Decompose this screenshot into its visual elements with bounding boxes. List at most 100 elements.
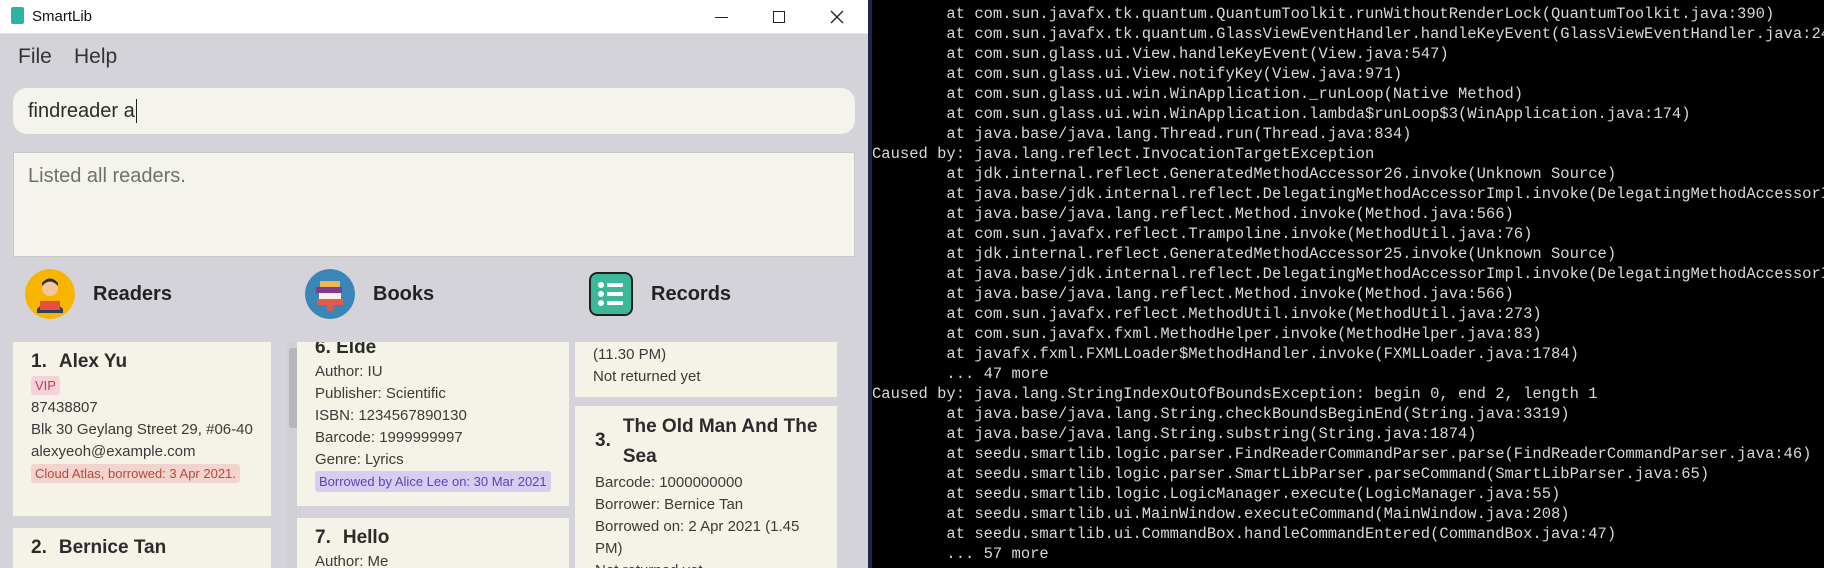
title-bar[interactable]: SmartLib: [0, 0, 868, 34]
record-card[interactable]: 3. The Old Man And The Sea Barcode: 1000…: [575, 406, 837, 568]
records-panel: Records (11.30 PM) Not returned yet 3. T…: [575, 266, 837, 568]
console-line: at com.sun.javafx.tk.quantum.QuantumTool…: [872, 5, 1775, 23]
book-title: Hello: [342, 527, 390, 548]
console-line: at java.base/java.lang.String.substring(…: [872, 425, 1477, 443]
reader-name-row: 2. Bernice Tan: [31, 534, 253, 561]
console-line: at java.base/java.lang.reflect.Method.in…: [872, 285, 1514, 303]
smartlib-window: SmartLib File Help findreader a Listed a…: [0, 0, 868, 568]
menu-help[interactable]: Help: [74, 45, 117, 69]
console-line: ... 47 more: [872, 365, 1049, 383]
reader-email: alexyeoh@example.com: [31, 443, 196, 460]
maximize-icon: [773, 11, 785, 23]
console-line: Caused by: java.lang.StringIndexOutOfBou…: [872, 385, 1598, 403]
book-author: Author: IU: [315, 363, 383, 380]
console-line: at java.base/jdk.internal.reflect.Delega…: [872, 265, 1824, 283]
console-line: Caused by: java.lang.reflect.InvocationT…: [872, 145, 1375, 163]
reader-phone: 87438807: [31, 399, 98, 416]
console-line: at seedu.smartlib.ui.CommandBox.handleCo…: [872, 525, 1617, 543]
readers-header: Readers: [25, 266, 172, 322]
console-window[interactable]: at com.sun.javafx.tk.quantum.QuantumTool…: [868, 0, 1824, 568]
record-status: Not returned yet: [595, 560, 819, 568]
console-line: at javafx.fxml.FXMLLoader$MethodHandler.…: [872, 345, 1579, 363]
books-header: Books: [305, 266, 434, 322]
book-genre: Genre: Lyrics: [315, 451, 404, 468]
menu-file[interactable]: File: [18, 45, 52, 69]
minimize-button[interactable]: [692, 0, 750, 34]
records-list[interactable]: (11.30 PM) Not returned yet 3. The Old M…: [575, 342, 837, 568]
record-barcode: Barcode: 1000000000: [595, 474, 743, 491]
reader-index: 1.: [31, 351, 47, 372]
console-line: at jdk.internal.reflect.GeneratedMethodA…: [872, 165, 1617, 183]
record-index: 3.: [595, 430, 611, 451]
console-line: at java.base/java.lang.String.checkBound…: [872, 405, 1570, 423]
record-borrower: Borrower: Bernice Tan: [595, 496, 744, 513]
book-borrowed-badge: Borrowed by Alice Lee on: 30 Mar 2021: [315, 471, 551, 492]
command-input-value: findreader a: [28, 99, 135, 122]
console-line: ... 57 more: [872, 545, 1049, 563]
close-icon: [830, 10, 844, 24]
reader-name: Bernice Tan: [58, 537, 167, 558]
reader-address: Blk 30 Geylang Street 29, #06-40: [31, 421, 253, 438]
book-index: 7.: [315, 527, 331, 548]
readers-title: Readers: [93, 282, 172, 305]
console-line: at java.base/java.lang.reflect.Method.in…: [872, 205, 1514, 223]
result-text: Listed all readers.: [28, 165, 186, 187]
reader-name: Alex Yu: [58, 351, 128, 372]
app-icon: [11, 7, 24, 24]
maximize-button[interactable]: [750, 0, 808, 34]
console-line: at com.sun.javafx.fxml.MethodHelper.invo…: [872, 325, 1542, 343]
books-icon: [305, 269, 355, 319]
records-header: Records: [589, 266, 731, 322]
reader-card[interactable]: 2. Bernice Tan: [13, 528, 271, 568]
console-line: at seedu.smartlib.logic.parser.FindReade…: [872, 445, 1812, 463]
record-borrowed-on: Borrowed on: 2 Apr 2021 (1.45 PM): [595, 518, 800, 557]
console-line: at seedu.smartlib.logic.LogicManager.exe…: [872, 485, 1561, 503]
reader-borrowed-badge: Cloud Atlas, borrowed: 3 Apr 2021.: [31, 464, 240, 483]
console-line: at java.base/jdk.internal.reflect.Delega…: [872, 185, 1824, 203]
menu-bar: File Help: [0, 34, 868, 78]
close-button[interactable]: [808, 0, 866, 34]
console-line: at jdk.internal.reflect.GeneratedMethodA…: [872, 245, 1617, 263]
books-list[interactable]: 6. Elde Author: IU Publisher: Scientific…: [297, 342, 569, 568]
records-icon: [589, 272, 633, 316]
command-input[interactable]: findreader a: [13, 88, 855, 134]
console-line: at com.sun.glass.ui.win.WinApplication._…: [872, 85, 1524, 103]
reader-index: 2.: [31, 537, 47, 558]
reader-card[interactable]: 1. Alex Yu VIP 87438807 Blk 30 Geylang St…: [13, 342, 271, 516]
minimize-icon: [714, 16, 728, 18]
record-title: The Old Man And The Sea: [622, 416, 818, 467]
console-line: at com.sun.javafx.reflect.MethodUtil.inv…: [872, 305, 1542, 323]
console-border: [868, 0, 872, 568]
books-title: Books: [373, 282, 435, 305]
console-line: at com.sun.javafx.reflect.Trampoline.inv…: [872, 225, 1533, 243]
reader-name-row: 1. Alex Yu: [31, 348, 253, 375]
book-card[interactable]: 7. Hello Author: Me: [297, 518, 569, 568]
books-panel: Books 6. Elde Author: IU Publisher: Scie…: [297, 266, 569, 568]
readers-list[interactable]: 1. Alex Yu VIP 87438807 Blk 30 Geylang St…: [13, 342, 271, 568]
console-line: at java.base/java.lang.Thread.run(Thread…: [872, 125, 1412, 143]
reader-tag: VIP: [31, 376, 60, 395]
record-borrow-time: (11.30 PM): [593, 346, 667, 363]
book-isbn: ISBN: 1234567890130: [315, 407, 467, 424]
book-card[interactable]: 6. Elde Author: IU Publisher: Scientific…: [297, 342, 569, 506]
record-title-row: 3. The Old Man And The Sea: [595, 412, 819, 472]
console-line: at com.sun.javafx.tk.quantum.GlassViewEv…: [872, 25, 1824, 43]
console-line: at com.sun.glass.ui.win.WinApplication.l…: [872, 105, 1691, 123]
records-title: Records: [651, 282, 732, 305]
console-line: at seedu.smartlib.ui.MainWindow.executeC…: [872, 505, 1570, 523]
record-card[interactable]: (11.30 PM) Not returned yet: [575, 342, 837, 397]
book-barcode: Barcode: 1999999997: [315, 429, 463, 446]
record-status: Not returned yet: [593, 368, 701, 385]
book-publisher: Publisher: Scientific: [315, 385, 446, 402]
console-line: at com.sun.glass.ui.View.handleKeyEvent(…: [872, 45, 1449, 63]
readers-panel: Readers 1. Alex Yu VIP 87438807 Blk 30 Ge…: [13, 266, 301, 568]
book-title-row: 7. Hello: [315, 524, 551, 551]
console-line: at seedu.smartlib.logic.parser.SmartLibP…: [872, 465, 1710, 483]
window-title: SmartLib: [32, 8, 93, 25]
book-author: Author: Me: [315, 553, 389, 568]
reader-icon: [25, 269, 75, 319]
text-caret: [135, 99, 137, 123]
book-title: 6. Elde: [315, 342, 377, 358]
result-display[interactable]: Listed all readers.: [13, 152, 855, 257]
console-line: at com.sun.glass.ui.View.notifyKey(View.…: [872, 65, 1403, 83]
